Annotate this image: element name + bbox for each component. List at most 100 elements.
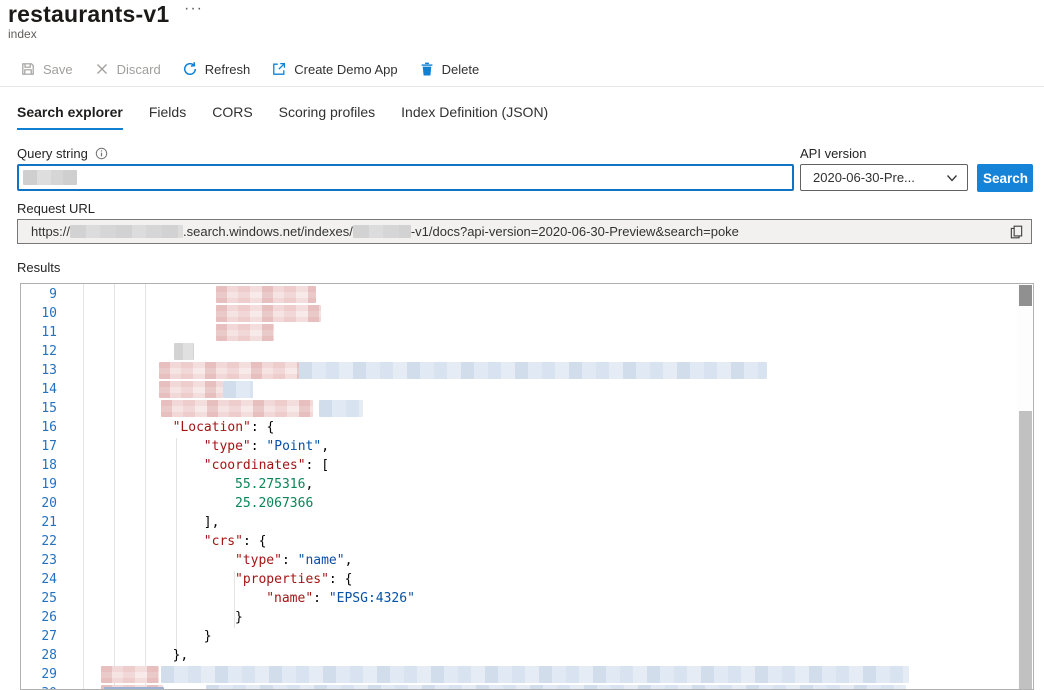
editor-scrollbar[interactable] [1017, 284, 1032, 689]
scrollbar-thumb-secondary[interactable] [1019, 411, 1032, 689]
tab-search-explorer[interactable]: Search explorer [17, 104, 123, 130]
line-number: 9 [21, 285, 57, 304]
page-subtitle: index [8, 27, 37, 41]
redacted-blur [216, 286, 316, 303]
code-line: 10 [21, 304, 1033, 323]
tab-index-definition-json[interactable]: Index Definition (JSON) [401, 104, 548, 130]
more-options-button[interactable]: ··· [184, 0, 203, 18]
discard-icon [94, 61, 110, 77]
redacted-blur [223, 381, 253, 398]
search-button[interactable]: Search [977, 164, 1033, 192]
query-string-input[interactable] [17, 164, 794, 191]
code-line: 28}, [21, 646, 1033, 665]
redacted-blur [159, 381, 223, 398]
discard-label: Discard [117, 62, 161, 77]
code-line: 17"type": "Point", [21, 437, 1033, 456]
code-line: 24"properties": { [21, 570, 1033, 589]
tab-fields[interactable]: Fields [149, 104, 186, 130]
code-line: 25"name": "EPSG:4326" [21, 589, 1033, 608]
redacted-blur [206, 685, 906, 690]
code-text: } [204, 627, 212, 646]
redacted-blur [299, 362, 767, 379]
line-number: 20 [21, 494, 57, 513]
open-in-new-window-icon [271, 61, 287, 77]
code-line: 20 25.2067366 [21, 494, 1033, 513]
line-number: 26 [21, 608, 57, 627]
save-button[interactable]: Save [20, 61, 73, 77]
code-line: 21], [21, 513, 1033, 532]
create-demo-app-label: Create Demo App [294, 62, 397, 77]
code-line: 11 [21, 323, 1033, 342]
code-line: 12 [21, 342, 1033, 361]
api-version-label: API version [800, 146, 866, 161]
code-line: 14 [21, 380, 1033, 399]
query-string-label-row: Query string [17, 146, 108, 161]
line-number: 13 [21, 361, 57, 380]
tab-bar: Search explorer Fields CORS Scoring prof… [17, 104, 548, 130]
refresh-button[interactable]: Refresh [182, 61, 251, 77]
line-number: 11 [21, 323, 57, 342]
save-label: Save [43, 62, 73, 77]
refresh-icon [182, 61, 198, 77]
query-string-field [17, 164, 794, 191]
create-demo-app-button[interactable]: Create Demo App [271, 61, 397, 77]
code-line: 27} [21, 627, 1033, 646]
code-text: "name": "EPSG:4326" [266, 589, 415, 608]
code-text: ], [204, 513, 220, 532]
line-number: 10 [21, 304, 57, 323]
results-code-lines: 910111213141516"Location": {17"type": "P… [21, 285, 1033, 690]
code-line: 9 [21, 285, 1033, 304]
code-line: 16"Location": { [21, 418, 1033, 437]
code-line: 22"crs": { [21, 532, 1033, 551]
results-label: Results [17, 260, 60, 275]
code-text: 25.2067366 [235, 494, 313, 513]
command-bar: Save Discard Refresh Create Demo App Del… [20, 56, 500, 82]
code-text: "type": "Point", [204, 437, 329, 456]
results-json-editor[interactable]: 910111213141516"Location": {17"type": "P… [20, 283, 1034, 690]
line-number: 23 [21, 551, 57, 570]
url-suffix: -v1/docs?api-version=2020-06-30-Preview&… [411, 224, 739, 239]
code-line: 26} [21, 608, 1033, 627]
chevron-down-icon [945, 171, 959, 185]
line-number: 16 [21, 418, 57, 437]
redacted-blur [161, 666, 909, 683]
info-icon[interactable] [95, 147, 108, 160]
line-number: 15 [21, 399, 57, 418]
code-line: 19 55.275316, [21, 475, 1033, 494]
redacted-blur [319, 400, 363, 417]
code-text: }, [173, 646, 189, 665]
tab-scoring-profiles[interactable]: Scoring profiles [279, 104, 376, 130]
discard-button[interactable]: Discard [94, 61, 161, 77]
redacted-blur [101, 666, 159, 683]
code-text: "coordinates": [ [204, 456, 329, 475]
delete-label: Delete [442, 62, 480, 77]
redacted-blur [159, 362, 299, 379]
line-number: 29 [21, 665, 57, 684]
tab-cors[interactable]: CORS [212, 104, 252, 130]
url-mid: .search.windows.net/indexes/ [183, 224, 353, 239]
query-string-label: Query string [17, 146, 88, 161]
api-version-selected: 2020-06-30-Pre... [813, 170, 915, 185]
save-icon [20, 61, 36, 77]
code-text: } [235, 608, 243, 627]
request-url-field: https://.search.windows.net/indexes/-v1/… [17, 219, 1032, 244]
line-number: 12 [21, 342, 57, 361]
api-version-select[interactable]: 2020-06-30-Pre... [800, 164, 968, 191]
line-number: 27 [21, 627, 57, 646]
refresh-label: Refresh [205, 62, 251, 77]
delete-button[interactable]: Delete [419, 61, 480, 77]
scrollbar-thumb[interactable] [1019, 285, 1032, 306]
code-line: 30 [21, 684, 1033, 690]
code-text: 55.275316, [235, 475, 313, 494]
redacted-blur [174, 343, 194, 360]
redacted-blur [216, 324, 274, 341]
line-number: 21 [21, 513, 57, 532]
line-number: 14 [21, 380, 57, 399]
code-text: "properties": { [235, 570, 352, 589]
redacted-service-name [70, 225, 183, 238]
page: { "colors": {"accent": "#1080d4", "json_… [0, 0, 1044, 690]
redacted-query-text [23, 170, 77, 185]
line-number: 19 [21, 475, 57, 494]
line-number: 22 [21, 532, 57, 551]
copy-icon[interactable] [1009, 224, 1024, 240]
